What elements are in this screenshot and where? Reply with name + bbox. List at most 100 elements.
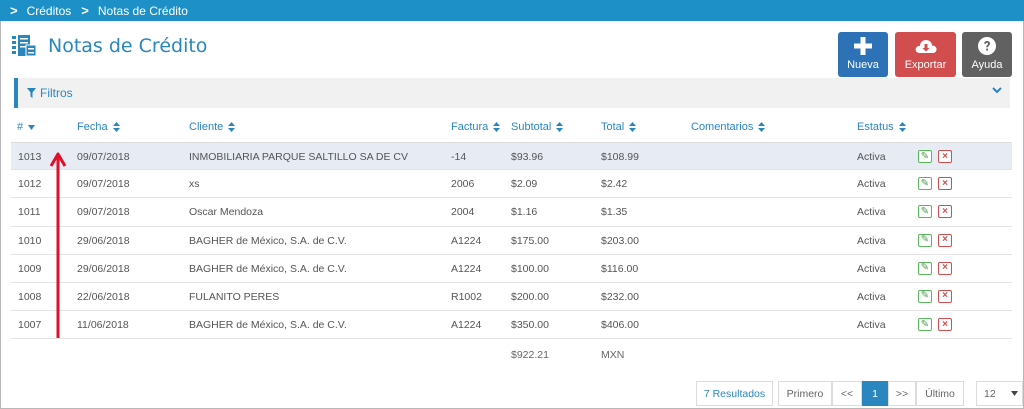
help-button[interactable]: Ayuda	[962, 32, 1012, 77]
cell-num: 1013	[18, 151, 42, 163]
column-header-fecha[interactable]: Fecha	[77, 121, 120, 133]
cell-cliente: Oscar Mendoza	[189, 206, 264, 219]
cell-total: $406.00	[601, 319, 639, 332]
cell-num: 1010	[18, 234, 42, 247]
edit-icon[interactable]: ✎	[918, 177, 932, 191]
sort-icon	[112, 122, 120, 133]
cell-fecha: 29/06/2018	[77, 262, 130, 275]
cell-cliente: INMOBILIARIA PARQUE SALTILLO SA DE CV	[189, 151, 409, 163]
help-button-label: Ayuda	[971, 59, 1003, 71]
page-size-value: 12	[984, 387, 996, 400]
cell-subtotal: $2.09	[511, 178, 538, 191]
delete-icon[interactable]: ×	[938, 318, 952, 332]
cell-num: 1012	[18, 178, 42, 191]
edit-icon[interactable]: ✎	[918, 233, 932, 247]
cell-fecha: 22/06/2018	[77, 290, 130, 303]
cell-subtotal: $100.00	[511, 262, 549, 275]
edit-icon[interactable]: ✎	[918, 289, 932, 303]
table-row[interactable]: 1011 09/07/2018 Oscar Mendoza 2004 $1.16…	[11, 198, 1012, 227]
cell-total: $2.42	[601, 178, 628, 191]
cell-cliente: BAGHER de México, S.A. de C.V.	[189, 234, 347, 247]
sort-icon	[493, 122, 501, 133]
breadcrumb-item-creditos[interactable]: Créditos	[27, 4, 72, 18]
subtotal-sum: $922.21	[511, 349, 549, 361]
pagination-page-1[interactable]: 1	[862, 381, 888, 406]
cell-factura: A1224	[451, 234, 482, 247]
export-button[interactable]: Exportar	[895, 32, 956, 77]
column-header-comentarios[interactable]: Comentarios	[691, 121, 766, 133]
sort-icon	[758, 122, 766, 133]
delete-icon[interactable]: ×	[938, 150, 952, 163]
page-size-select[interactable]: 12	[976, 381, 1023, 406]
filters-panel-toggle[interactable]: Filtros	[14, 78, 1010, 108]
cell-estatus: Activa	[857, 290, 886, 303]
chevron-right-icon: >	[10, 3, 18, 18]
export-button-label: Exportar	[904, 59, 947, 71]
sort-icon	[629, 122, 637, 133]
cell-estatus: Activa	[857, 206, 886, 219]
column-header-num[interactable]: #	[17, 121, 36, 133]
filters-label: Filtros	[40, 86, 73, 100]
cell-total: $203.00	[601, 234, 639, 247]
edit-icon[interactable]: ✎	[918, 318, 932, 332]
annotation-arrow	[49, 152, 67, 338]
cell-total: $1.35	[601, 206, 628, 219]
table-row[interactable]: 1010 29/06/2018 BAGHER de México, S.A. d…	[11, 227, 1012, 255]
table-row[interactable]: 1013 09/07/2018 INMOBILIARIA PARQUE SALT…	[11, 142, 1012, 171]
chevron-down-icon[interactable]	[992, 87, 1002, 94]
plus-icon	[854, 37, 872, 55]
currency-label: MXN	[601, 349, 625, 361]
cell-subtotal: $175.00	[511, 234, 549, 247]
cell-factura: -14	[451, 151, 467, 163]
column-header-total[interactable]: Total	[601, 121, 637, 133]
cell-factura: A1224	[451, 319, 482, 332]
edit-icon[interactable]: ✎	[918, 150, 932, 163]
edit-icon[interactable]: ✎	[918, 205, 932, 219]
cell-subtotal: $200.00	[511, 290, 549, 303]
cell-estatus: Activa	[857, 178, 886, 191]
pagination-first[interactable]: Primero	[778, 381, 832, 406]
cell-factura: R1002	[451, 290, 482, 303]
breadcrumb-item-notas[interactable]: Notas de Crédito	[98, 4, 188, 18]
chevron-right-icon: >	[81, 3, 89, 18]
cell-estatus: Activa	[857, 234, 886, 247]
edit-icon[interactable]: ✎	[918, 261, 932, 275]
cell-subtotal: $93.96	[511, 151, 544, 163]
breadcrumb: > Créditos > Notas de Crédito	[0, 0, 1024, 21]
delete-icon[interactable]: ×	[938, 233, 952, 247]
cell-fecha: 29/06/2018	[77, 234, 130, 247]
cell-factura: A1224	[451, 262, 482, 275]
delete-icon[interactable]: ×	[938, 261, 952, 275]
table-row[interactable]: 1009 29/06/2018 BAGHER de México, S.A. d…	[11, 255, 1012, 283]
column-header-factura[interactable]: Factura	[451, 121, 501, 133]
page-header: Notas de Crédito	[11, 34, 207, 58]
page-title: Notas de Crédito	[48, 35, 208, 57]
pagination-prev[interactable]: <<	[832, 381, 862, 406]
question-circle-icon	[978, 37, 996, 55]
delete-icon[interactable]: ×	[938, 289, 952, 303]
column-header-cliente[interactable]: Cliente	[189, 121, 236, 133]
cell-fecha: 11/06/2018	[77, 319, 129, 332]
cell-num: 1008	[18, 290, 42, 303]
table-row[interactable]: 1007 11/06/2018 BAGHER de México, S.A. d…	[11, 311, 1012, 340]
cell-estatus: Activa	[857, 151, 886, 163]
table-row[interactable]: 1008 22/06/2018 FULANITO PERES R1002 $20…	[11, 283, 1012, 312]
column-header-estatus[interactable]: Estatus	[857, 121, 906, 133]
pagination-last[interactable]: Último	[916, 381, 964, 406]
new-button[interactable]: Nueva	[838, 32, 888, 77]
filter-icon	[27, 88, 36, 98]
delete-icon[interactable]: ×	[938, 205, 952, 219]
cell-num: 1007	[18, 319, 42, 332]
credit-notes-table: 1013 09/07/2018 INMOBILIARIA PARQUE SALT…	[11, 142, 1012, 340]
cell-cliente: FULANITO PERES	[189, 290, 280, 303]
column-header-subtotal[interactable]: Subtotal	[511, 121, 564, 133]
cell-total: $108.99	[601, 151, 639, 163]
cell-total: $116.00	[601, 262, 639, 275]
cloud-download-icon	[915, 40, 937, 53]
cell-cliente: BAGHER de México, S.A. de C.V.	[189, 319, 347, 332]
table-row[interactable]: 1012 09/07/2018 xs 2006 $2.09 $2.42 Acti…	[11, 170, 1012, 199]
pagination-next[interactable]: >>	[888, 381, 916, 406]
cell-estatus: Activa	[857, 319, 886, 332]
cell-cliente: BAGHER de México, S.A. de C.V.	[189, 262, 347, 275]
delete-icon[interactable]: ×	[938, 177, 952, 191]
